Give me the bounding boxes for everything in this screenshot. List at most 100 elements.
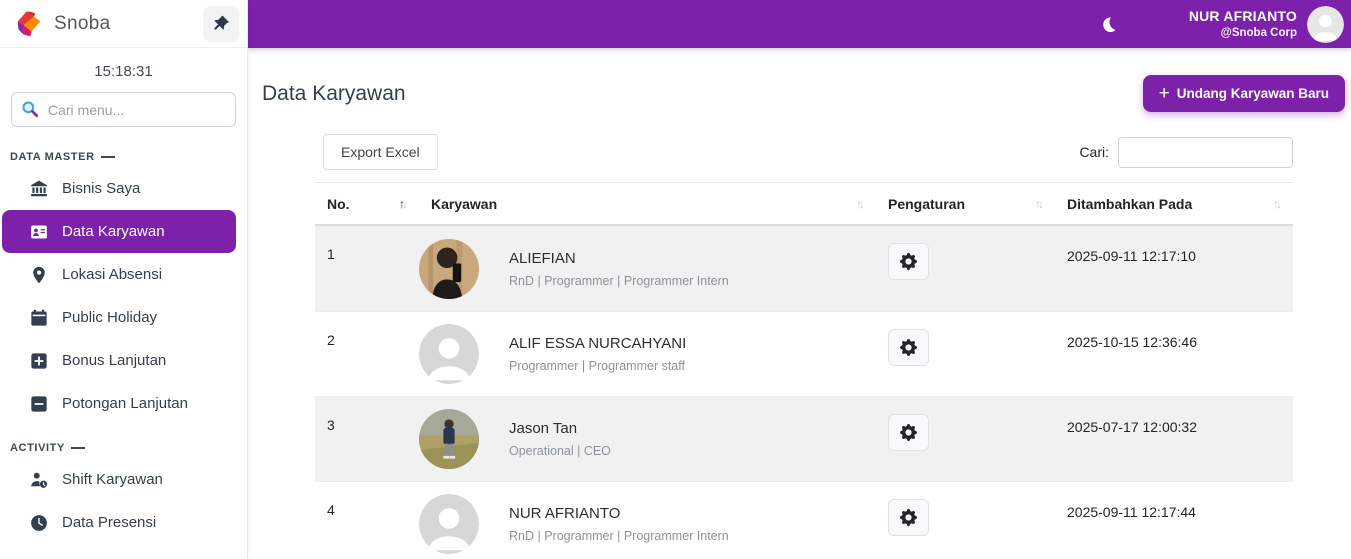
table-search-label: Cari: — [1079, 144, 1109, 160]
row-settings-button[interactable] — [888, 414, 929, 451]
clock-icon — [31, 514, 47, 531]
column-header-karyawan[interactable]: Karyawan ↑↓ — [419, 183, 876, 224]
employee-cell: ALIF ESSA NURCAHYANI Programmer | Progra… — [419, 312, 876, 396]
employee-info: ALIF ESSA NURCAHYANI Programmer | Progra… — [509, 335, 686, 373]
sidebar-item-label: Bonus Lanjutan — [62, 352, 167, 369]
sidebar-item-label: Shift Karyawan — [62, 471, 163, 488]
table-search-input[interactable] — [1118, 136, 1293, 168]
employee-role: RnD | Programmer | Programmer Intern — [509, 529, 729, 543]
dark-mode-toggle[interactable] — [1100, 16, 1117, 33]
employee-cell: Jason Tan Operational | CEO — [419, 397, 876, 481]
employee-photo — [419, 238, 479, 299]
employee-info: NUR AFRIANTO RnD | Programmer | Programm… — [509, 505, 729, 543]
snoba-logo-icon — [17, 11, 41, 36]
bank-icon — [31, 180, 47, 196]
table-row: 2 ALIF ESSA NURCAHYANI Programmer | Prog… — [315, 311, 1293, 396]
employee-cell: NUR AFRIANTO RnD | Programmer | Programm… — [419, 482, 876, 559]
plus-icon: + — [1158, 83, 1170, 104]
row-settings-button[interactable] — [888, 329, 929, 366]
user-menu[interactable]: NUR AFRIANTO @Snoba Corp — [1189, 8, 1297, 40]
employee-photo — [419, 494, 479, 554]
search-icon — [22, 101, 39, 118]
sidebar-item-data-karyawan[interactable]: Data Karyawan — [2, 210, 236, 253]
sidebar-item-shift-karyawan[interactable]: Shift Karyawan — [0, 458, 247, 501]
settings-cell — [876, 312, 1055, 396]
user-clock-icon — [31, 472, 48, 488]
sidebar-item-bisnis-saya[interactable]: Bisnis Saya — [0, 167, 247, 210]
column-header-ditambahkan-pada[interactable]: Ditambahkan Pada ↑↓ — [1055, 183, 1293, 224]
sort-icon: ↑↓ — [1035, 197, 1044, 211]
gear-icon — [900, 509, 917, 526]
table-row: 3 Jason Tan Operational | CEO 2025-07-17… — [315, 396, 1293, 481]
sidebar-item-potongan-lanjutan[interactable]: Potongan Lanjutan — [0, 382, 247, 425]
table-search: Cari: — [1079, 136, 1293, 168]
export-excel-button[interactable]: Export Excel — [323, 134, 438, 170]
employee-info: Jason Tan Operational | CEO — [509, 420, 611, 458]
sort-icon: ↑↓ — [399, 197, 408, 211]
employee-name: ALIF ESSA NURCAHYANI — [509, 335, 687, 352]
sidebar-item-label: Potongan Lanjutan — [62, 395, 188, 412]
column-header-no[interactable]: No. ↑↓ — [315, 183, 419, 224]
added-date: 2025-10-15 12:36:46 — [1067, 334, 1197, 350]
settings-cell — [876, 226, 1055, 311]
section-label-data-master: DATA MASTER — [10, 151, 247, 163]
sidebar-item-label: Lokasi Absensi — [62, 266, 163, 283]
sidebar-item-label: Public Holiday — [62, 309, 158, 326]
sidebar-item-data-presensi[interactable]: Data Presensi — [0, 501, 247, 544]
row-number: 4 — [327, 502, 335, 518]
default-avatar-icon — [1307, 5, 1344, 43]
gear-icon — [900, 253, 917, 270]
row-settings-button[interactable] — [888, 243, 929, 280]
column-header-pengaturan[interactable]: Pengaturan ↑↓ — [876, 183, 1055, 224]
section-dash — [100, 155, 115, 159]
sidebar-item-bonus-lanjutan[interactable]: Bonus Lanjutan — [0, 339, 247, 382]
section-label-activity: ACTIVITY — [10, 442, 247, 454]
plus-square-icon — [31, 352, 47, 369]
row-number: 2 — [327, 332, 335, 348]
employee-table-card: Export Excel Cari: No. ↑↓ Karyawan ↑↓ Pe… — [315, 134, 1293, 559]
invite-employee-button[interactable]: + Undang Karyawan Baru — [1142, 75, 1345, 112]
sidebar-header: Snoba — [0, 0, 247, 48]
row-settings-button[interactable] — [888, 499, 929, 536]
gear-icon — [900, 339, 917, 356]
pushpin-icon — [213, 15, 229, 30]
employee-role: RnD | Programmer | Programmer Intern — [509, 273, 729, 288]
table-header-row: No. ↑↓ Karyawan ↑↓ Pengaturan ↑↓ Ditamba… — [315, 183, 1293, 226]
topbar: NUR AFRIANTO @Snoba Corp — [248, 0, 1351, 48]
settings-cell — [876, 397, 1055, 481]
row-number: 3 — [327, 417, 335, 433]
employee-table: No. ↑↓ Karyawan ↑↓ Pengaturan ↑↓ Ditamba… — [315, 182, 1293, 559]
sidebar-item-label: Data Karyawan — [62, 223, 165, 240]
user-org: @Snoba Corp — [1220, 26, 1297, 39]
employee-name: NUR AFRIANTO — [509, 505, 621, 522]
search-input[interactable] — [11, 92, 236, 127]
menu-search — [11, 92, 236, 127]
main-content: Data Karyawan + Undang Karyawan Baru Exp… — [248, 48, 1351, 559]
employee-name: Jason Tan — [509, 420, 578, 437]
employee-photo — [419, 409, 479, 469]
added-date: 2025-09-11 12:17:44 — [1067, 504, 1196, 520]
table-toolbar: Export Excel Cari: — [315, 134, 1293, 170]
sidebar-clock: 15:18:31 — [94, 63, 153, 80]
sidebar-item-lokasi-absensi[interactable]: Lokasi Absensi — [0, 253, 247, 296]
section-dash — [70, 446, 85, 450]
row-number: 1 — [327, 246, 335, 262]
added-date: 2025-09-11 12:17:10 — [1067, 248, 1196, 264]
user-avatar[interactable] — [1307, 5, 1344, 43]
table-body: 1 ALIEFIAN RnD | Programmer | Programmer… — [315, 226, 1293, 559]
page-header: Data Karyawan + Undang Karyawan Baru — [248, 48, 1351, 132]
sidebar-item-public-holiday[interactable]: Public Holiday — [0, 296, 247, 339]
sidebar: Snoba 15:18:31 DATA MASTER — [0, 0, 248, 559]
app-window: Snoba 15:18:31 DATA MASTER — [0, 0, 1351, 559]
user-name: NUR AFRIANTO — [1188, 8, 1297, 25]
employee-info: ALIEFIAN RnD | Programmer | Programmer I… — [509, 250, 729, 288]
employee-cell: ALIEFIAN RnD | Programmer | Programmer I… — [419, 226, 876, 311]
table-row: 1 ALIEFIAN RnD | Programmer | Programmer… — [315, 226, 1293, 311]
sidebar-item-label: Data Presensi — [62, 514, 157, 531]
employee-name: ALIEFIAN — [509, 249, 576, 267]
settings-cell — [876, 482, 1055, 559]
employee-role: Programmer | Programmer staff — [509, 359, 685, 373]
id-card-icon — [31, 224, 47, 239]
pin-sidebar-button[interactable] — [203, 5, 239, 42]
table-row: 4 NUR AFRIANTO RnD | Programmer | Progra… — [315, 481, 1293, 559]
